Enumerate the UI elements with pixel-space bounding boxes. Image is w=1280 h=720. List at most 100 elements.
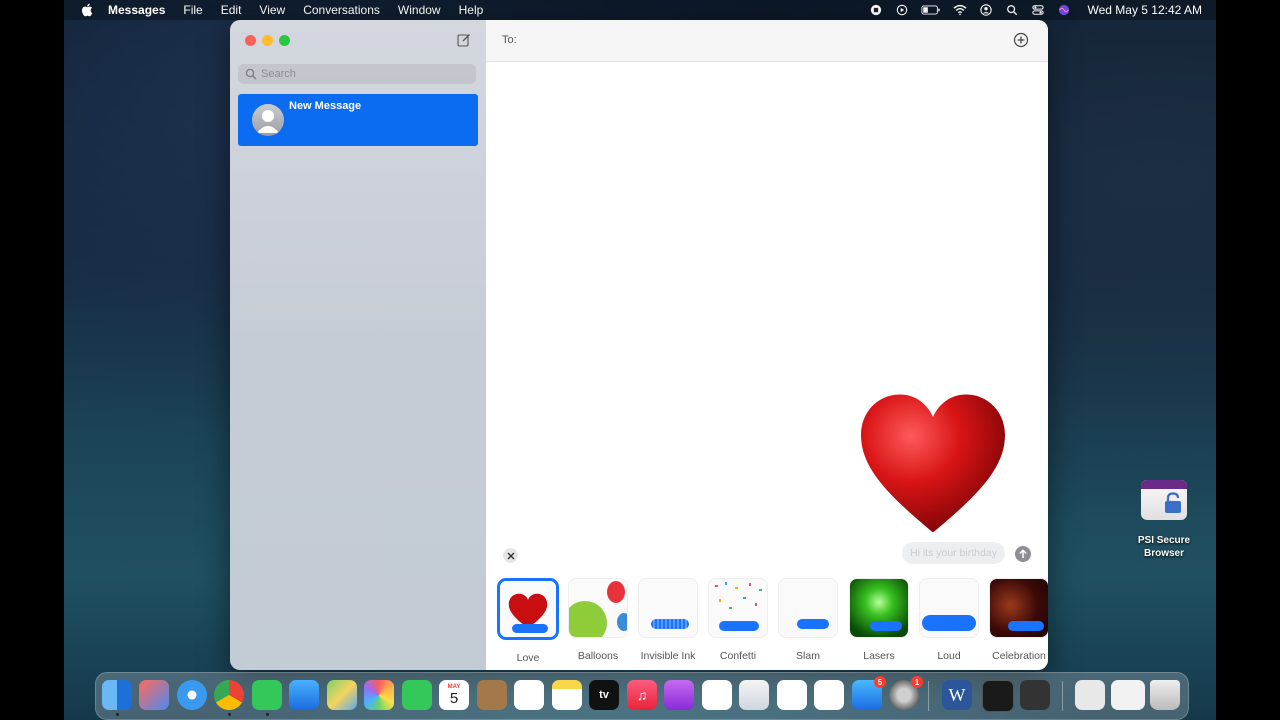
reminders-icon[interactable]	[514, 680, 544, 710]
love-effect-heart-icon	[861, 394, 1005, 533]
calculator-icon[interactable]	[1020, 680, 1050, 710]
app-store-icon[interactable]: 5	[852, 676, 886, 710]
calendar-icon[interactable]: MAY 5	[439, 680, 469, 710]
spotlight-search-icon[interactable]	[1005, 4, 1019, 16]
contacts-icon[interactable]	[477, 680, 507, 710]
running-indicator	[116, 713, 119, 716]
menu-conversations[interactable]: Conversations	[303, 3, 380, 17]
recipient-input[interactable]	[526, 30, 990, 52]
menu-bar-clock[interactable]: Wed May 5 12:42 AM	[1087, 3, 1202, 17]
effect-loud[interactable]: Loud	[918, 578, 980, 662]
siri-icon[interactable]	[1057, 4, 1071, 16]
keynote-icon[interactable]	[739, 680, 769, 710]
facetime-icon[interactable]	[402, 680, 432, 710]
screen-record-stop-icon[interactable]	[869, 4, 883, 16]
effect-slam-thumbnail	[778, 578, 838, 638]
menu-help[interactable]: Help	[459, 3, 484, 17]
effect-bubble	[719, 621, 759, 631]
effect-confetti[interactable]: Confetti	[707, 578, 769, 662]
tv-label: tv	[599, 689, 609, 701]
effect-label: Celebration	[992, 650, 1046, 662]
photos-icon[interactable]	[364, 680, 394, 710]
conversation-pane: To: Hi its your birthday Love Balloons I…	[486, 20, 1048, 670]
apple-menu-icon[interactable]	[80, 3, 94, 17]
numbers-icon[interactable]	[777, 680, 807, 710]
message-preview-bubble: Hi its your birthday	[902, 542, 1005, 564]
messages-icon[interactable]	[252, 680, 282, 710]
menu-window[interactable]: Window	[398, 3, 441, 17]
safari-icon[interactable]	[177, 680, 207, 710]
effect-celebration[interactable]: Celebration	[988, 578, 1048, 662]
menu-app-messages[interactable]: Messages	[108, 3, 165, 17]
effect-label: Loud	[937, 650, 961, 662]
send-with-effect-button[interactable]	[1015, 546, 1031, 562]
chrome-icon[interactable]	[214, 680, 244, 710]
calendar-day: 5	[449, 689, 459, 707]
notes-icon[interactable]	[552, 680, 582, 710]
effect-lasers[interactable]: Lasers	[848, 578, 910, 662]
downloads-stack-icon[interactable]	[1111, 680, 1145, 710]
to-label: To:	[502, 34, 517, 46]
avatar	[252, 104, 284, 136]
effect-slam[interactable]: Slam	[777, 578, 839, 662]
search-icon	[245, 68, 257, 80]
control-center-icon[interactable]	[1031, 4, 1045, 16]
effect-label: Balloons	[577, 650, 619, 662]
mail-icon[interactable]	[289, 680, 319, 710]
effect-balloons-thumbnail	[568, 578, 628, 638]
dock-separator	[928, 681, 929, 711]
menu-edit[interactable]: Edit	[221, 3, 242, 17]
music-icon[interactable]: ♫	[627, 680, 657, 710]
news-icon[interactable]	[702, 680, 732, 710]
pages-icon[interactable]	[814, 680, 844, 710]
search-field[interactable]	[238, 64, 476, 84]
effect-love[interactable]: Love	[497, 578, 559, 664]
screen-effects-strip: Love Balloons Invisible Ink Confetti Sla…	[486, 576, 1048, 670]
effect-loud-thumbnail	[919, 578, 979, 638]
zoom-window-button[interactable]	[279, 35, 290, 46]
maps-icon[interactable]	[327, 680, 357, 710]
close-effects-button[interactable]	[503, 548, 518, 563]
play-circle-icon[interactable]	[895, 4, 909, 16]
menu-file[interactable]: File	[183, 3, 202, 17]
effect-lasers-thumbnail	[849, 578, 909, 638]
add-recipient-icon[interactable]	[1013, 32, 1029, 48]
effect-label: Confetti	[719, 650, 757, 662]
microsoft-word-icon[interactable]: W	[942, 680, 972, 710]
menu-view[interactable]: View	[259, 3, 285, 17]
desktop-icon-psi-secure-browser[interactable]: PSI Secure Browser	[1128, 480, 1200, 560]
app-store-badge: 5	[874, 676, 886, 688]
podcasts-icon[interactable]	[664, 680, 694, 710]
launchpad-icon[interactable]	[139, 680, 169, 710]
finder-icon[interactable]	[102, 680, 132, 710]
desktop-icon-label: PSI Secure Browser	[1137, 535, 1191, 559]
balloon-red-icon	[607, 581, 625, 603]
effect-label: Invisible Ink	[640, 650, 696, 662]
system-preferences-badge: 1	[911, 676, 923, 688]
effect-balloons[interactable]: Balloons	[567, 578, 629, 662]
search-input[interactable]	[261, 68, 461, 80]
activity-monitor-icon[interactable]	[982, 680, 1014, 712]
conversation-item-new-message[interactable]: New Message	[238, 94, 478, 146]
compose-icon[interactable]	[457, 33, 471, 47]
wifi-icon[interactable]	[953, 4, 968, 16]
system-preferences-icon[interactable]: 1	[889, 676, 923, 710]
padlock-icon	[1165, 492, 1181, 513]
user-account-icon[interactable]	[979, 4, 993, 16]
conversation-name: New Message	[289, 100, 362, 112]
effect-bubble	[512, 624, 548, 633]
trash-icon[interactable]	[1150, 680, 1180, 710]
close-window-button[interactable]	[245, 35, 256, 46]
battery-icon[interactable]	[921, 4, 941, 16]
effect-invisible-ink[interactable]: Invisible Ink	[637, 578, 699, 662]
apple-tv-icon[interactable]: tv	[589, 680, 619, 710]
running-indicator	[266, 713, 269, 716]
effect-label: Slam	[796, 650, 820, 662]
documents-stack-icon[interactable]	[1075, 680, 1105, 710]
balloon-green-icon	[569, 601, 607, 637]
minimize-window-button[interactable]	[262, 35, 273, 46]
dock: MAY 5 tv ♫ 5 1 W	[95, 672, 1189, 720]
menu-bar: Messages File Edit View Conversations Wi…	[64, 0, 1216, 20]
psi-browser-icon	[1141, 480, 1187, 520]
effect-bubble	[922, 615, 976, 631]
